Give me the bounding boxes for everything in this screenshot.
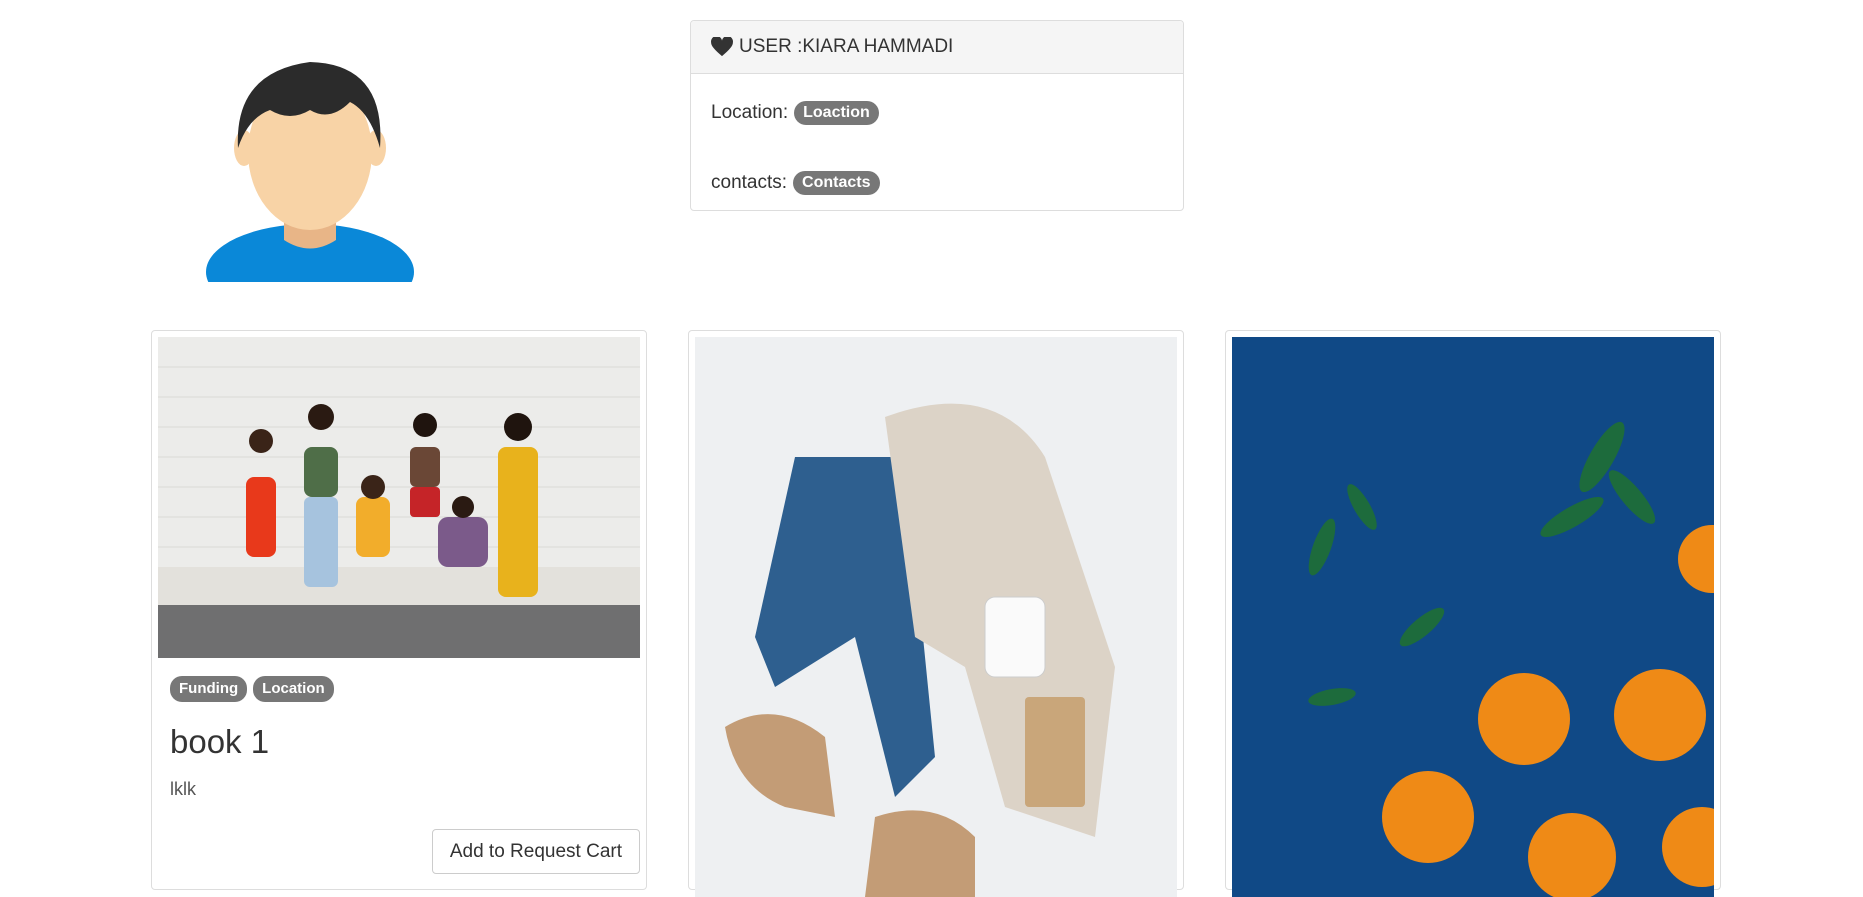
user-avatar [200, 52, 420, 320]
location-row: Location: Loaction [711, 101, 879, 125]
contacts-label: contacts: [711, 172, 788, 193]
tag-list: Funding Location [170, 676, 340, 702]
contacts-row: contacts: Contacts [711, 171, 880, 195]
add-to-request-cart-button[interactable]: Add to Request Cart [431, 829, 640, 874]
book-card: Funding Location book 1 lklk Add to Requ… [151, 330, 647, 890]
clothing-flatlay-photo [695, 337, 1177, 897]
group-of-women-photo [158, 337, 640, 658]
book-card-image [695, 337, 1177, 897]
book-card-image [158, 337, 640, 658]
user-name-heading: USER :KIARA HAMMADI [739, 36, 954, 57]
book-card [688, 330, 1184, 897]
user-avatar-icon [200, 62, 420, 320]
book-card [1225, 330, 1721, 897]
tag-location: Location [253, 676, 334, 702]
book-card-image [1232, 337, 1714, 897]
heart-icon [711, 37, 733, 57]
user-panel-header: USER :KIARA HAMMADI [691, 21, 1183, 74]
book-description: lklk [170, 779, 196, 799]
book-title: book 1 [170, 723, 270, 760]
tag-funding: Funding [170, 676, 248, 702]
user-info-panel: USER :KIARA HAMMADI Location: Loaction c… [690, 20, 1184, 211]
oranges-on-blue-photo [1232, 337, 1714, 897]
location-badge: Loaction [794, 101, 879, 125]
location-label: Location: [711, 102, 789, 123]
contacts-badge: Contacts [793, 171, 880, 195]
